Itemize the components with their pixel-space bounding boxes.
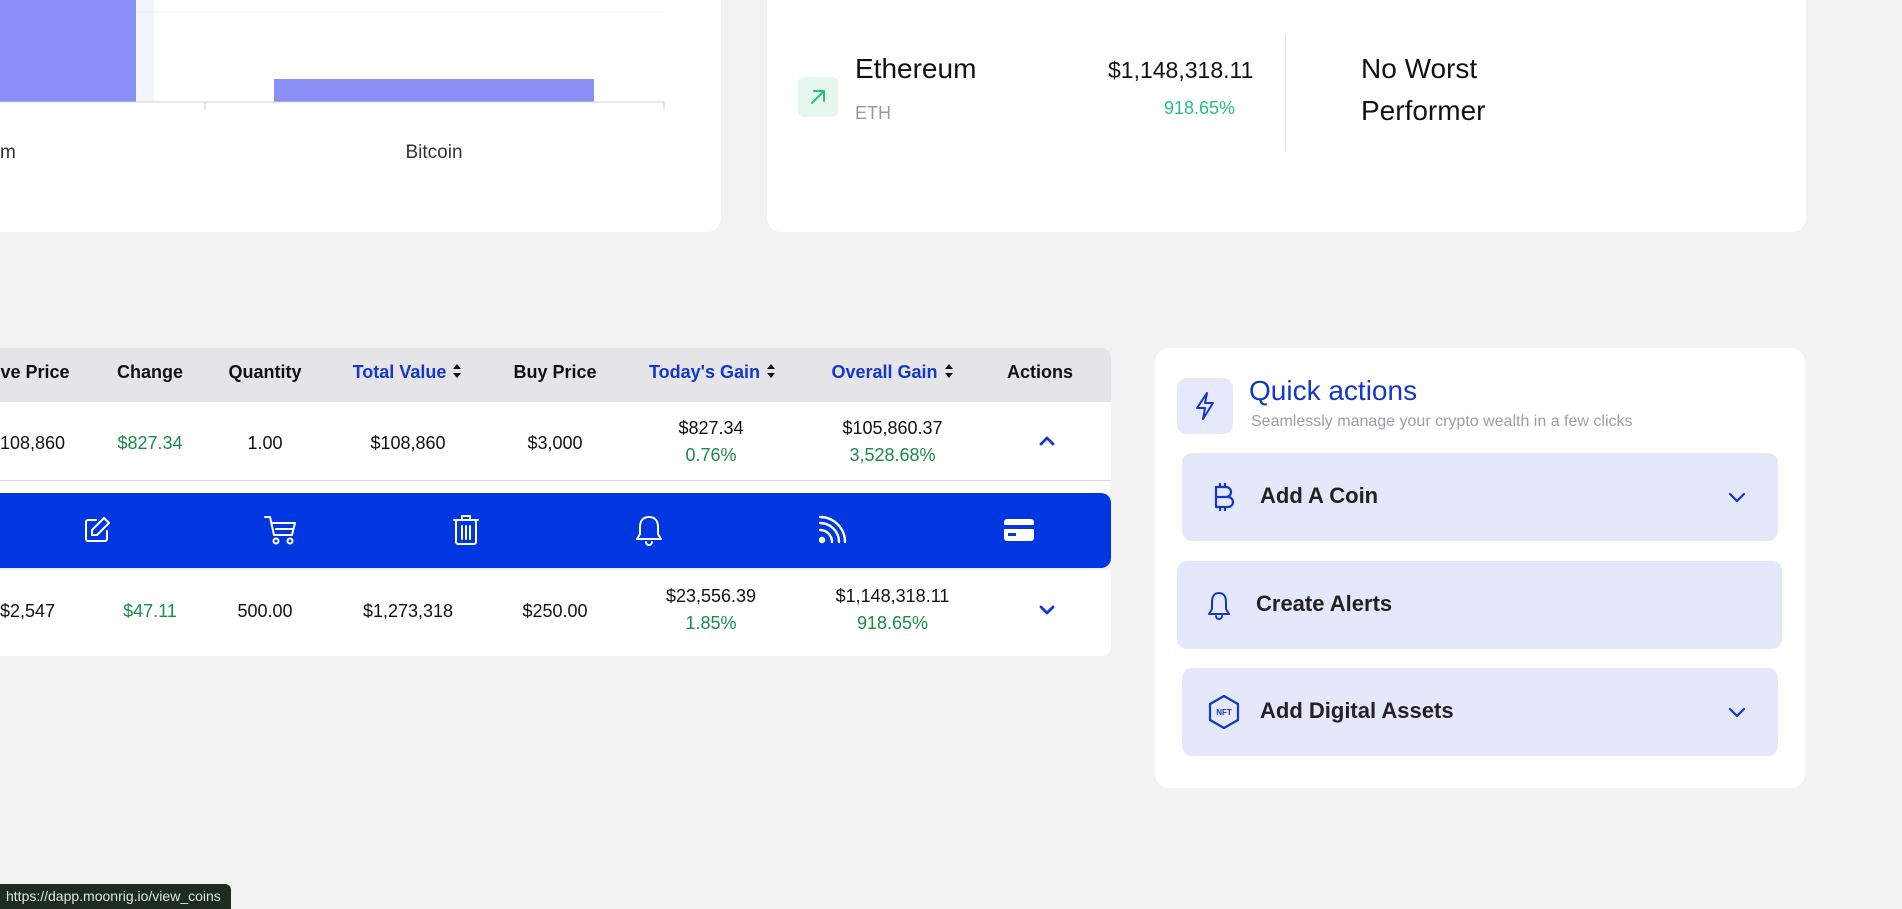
col-header-change: Change — [116, 362, 183, 382]
trash-icon[interactable] — [449, 513, 483, 547]
chart-hover-band — [136, 0, 154, 102]
cell-todays-gain-pct: 0.76% — [685, 445, 737, 465]
col-header-overall-gain-label: Overall Gain — [831, 362, 938, 382]
cell-todays-gain: $827.34 — [678, 418, 744, 438]
coins-table-header: ve Price Change Quantity Total Value Buy… — [0, 348, 1111, 402]
cell-total-value: $108,860 — [370, 433, 446, 453]
add-coin-label: Add A Coin — [1260, 483, 1379, 508]
cell-change: $827.34 — [117, 433, 183, 453]
cell-overall-gain: $105,860.37 — [842, 418, 943, 438]
bell-icon — [1201, 587, 1237, 623]
table-row[interactable]: 108,860 $827.34 1.00 $108,860 $3,000 $82… — [0, 402, 1111, 481]
chevron-down-icon — [1728, 707, 1746, 718]
credit-card-icon[interactable] — [1002, 513, 1036, 547]
row-actions-bar — [0, 493, 1111, 568]
add-digital-assets-button[interactable]: NFT Add Digital Assets — [1182, 668, 1778, 756]
col-header-todays-gain-label: Today's Gain — [649, 362, 760, 382]
best-performer-name: Ethereum — [855, 53, 977, 84]
cart-icon[interactable] — [264, 513, 298, 547]
cell-buy-price: $3,000 — [527, 433, 583, 453]
cell-quantity: 500.00 — [237, 601, 293, 621]
performers-divider — [1285, 35, 1286, 150]
chevron-up-icon[interactable] — [1035, 429, 1059, 453]
chart-x-label-0: m — [0, 142, 16, 163]
sort-icon — [453, 364, 462, 379]
cell-todays-gain-pct: 1.85% — [685, 613, 737, 633]
best-performer-value: $1,148,318.11 — [1108, 57, 1254, 83]
col-header-todays-gain[interactable]: Today's Gain — [640, 348, 785, 402]
create-alerts-button[interactable]: Create Alerts — [1177, 561, 1782, 649]
holdings-bar-chart: m Bitcoin — [0, 0, 665, 163]
worst-performer-text: No Worst Performer — [1361, 53, 1486, 126]
cell-todays-gain: $23,556.39 — [665, 586, 757, 606]
nft-icon: NFT — [1206, 694, 1242, 730]
arrow-up-right-icon — [798, 77, 838, 117]
chevron-down-icon[interactable] — [1035, 598, 1059, 622]
col-header-total-value-label: Total Value — [352, 362, 447, 382]
chart-bar-bitcoin[interactable] — [274, 79, 594, 102]
svg-text:NFT: NFT — [1216, 708, 1232, 717]
add-digital-assets-label: Add Digital Assets — [1260, 698, 1454, 723]
lightning-icon — [1177, 378, 1233, 434]
cell-quantity: 1.00 — [247, 433, 283, 453]
chart-bar-0[interactable] — [0, 0, 136, 102]
cell-price: $2,547 — [0, 601, 56, 621]
chevron-down-icon — [1728, 492, 1746, 503]
bell-icon[interactable] — [632, 513, 666, 547]
cell-buy-price: $250.00 — [522, 601, 588, 621]
table-row[interactable]: $2,547 $47.11 500.00 $1,273,318 $250.00 … — [0, 570, 1111, 656]
quick-actions-title: Quick actions — [1249, 375, 1418, 406]
col-header-quantity: Quantity — [228, 362, 302, 382]
status-bar-url: https://dapp.moonrig.io/view_coins — [0, 884, 231, 909]
bitcoin-icon — [1206, 479, 1242, 515]
cell-overall-gain: $1,148,318.11 — [835, 586, 950, 606]
cell-overall-gain-pct: 3,528.68% — [849, 445, 936, 465]
cell-total-value: $1,273,318 — [362, 601, 454, 621]
best-performer-change: 918.65% — [1164, 98, 1236, 118]
sort-icon — [766, 364, 775, 379]
performers-card — [767, 0, 1806, 232]
edit-icon[interactable] — [80, 513, 114, 547]
col-header-overall-gain[interactable]: Overall Gain — [820, 348, 965, 402]
holdings-chart-card: m Bitcoin — [0, 0, 721, 232]
col-header-total-value[interactable]: Total Value — [340, 348, 475, 402]
cell-overall-gain-pct: 918.65% — [856, 613, 929, 633]
best-performer-symbol: ETH — [855, 103, 891, 123]
col-header-buy-price: Buy Price — [513, 362, 597, 382]
cell-price: 108,860 — [0, 433, 66, 453]
add-coin-button[interactable]: Add A Coin — [1182, 453, 1778, 541]
cell-change: $47.11 — [123, 601, 177, 621]
col-header-actions: Actions — [1006, 362, 1073, 382]
quick-actions-subtitle: Seamlessly manage your crypto wealth in … — [1251, 413, 1633, 430]
sort-icon — [944, 364, 953, 379]
rss-icon[interactable] — [815, 513, 849, 547]
create-alerts-label: Create Alerts — [1256, 591, 1393, 616]
chart-x-label-bitcoin: Bitcoin — [405, 142, 462, 163]
col-header-price: ve Price — [0, 362, 70, 382]
